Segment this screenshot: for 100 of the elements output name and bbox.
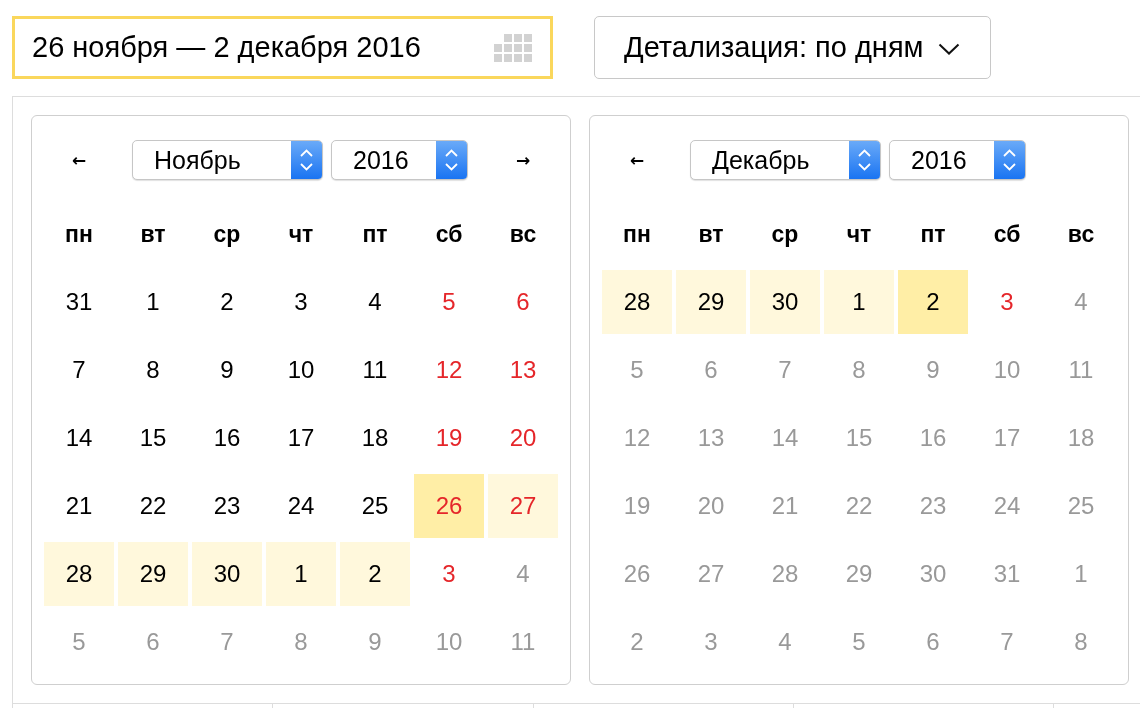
day-cell[interactable]: 27 — [488, 474, 558, 538]
day-cell[interactable]: 6 — [118, 610, 188, 674]
day-cell[interactable]: 22 — [118, 474, 188, 538]
day-cell[interactable]: 23 — [192, 474, 262, 538]
weekday-label: вт — [697, 219, 725, 249]
day-cell[interactable]: 4 — [1046, 270, 1116, 334]
day-cell[interactable]: 10 — [972, 338, 1042, 402]
day-cell[interactable]: 11 — [1046, 338, 1116, 402]
day-cell[interactable]: 7 — [192, 610, 262, 674]
day-cell[interactable]: 5 — [414, 270, 484, 334]
day-cell[interactable]: 11 — [488, 610, 558, 674]
day-cell[interactable]: 8 — [1046, 610, 1116, 674]
day-cell[interactable]: 4 — [750, 610, 820, 674]
day-cell[interactable]: 11 — [340, 338, 410, 402]
weekday-label: чт — [845, 219, 873, 249]
day-cell[interactable]: 28 — [750, 542, 820, 606]
day-cell[interactable]: 7 — [44, 338, 114, 402]
day-cell[interactable]: 26 — [414, 474, 484, 538]
day-cell[interactable]: 7 — [972, 610, 1042, 674]
day-cell[interactable]: 26 — [602, 542, 672, 606]
day-cell[interactable]: 2 — [898, 270, 968, 334]
day-cell[interactable]: 24 — [972, 474, 1042, 538]
day-cell[interactable]: 15 — [824, 406, 894, 470]
day-cell[interactable]: 15 — [118, 406, 188, 470]
day-cell[interactable]: 3 — [972, 270, 1042, 334]
day-cell[interactable]: 10 — [266, 338, 336, 402]
day-cell[interactable]: 6 — [898, 610, 968, 674]
weekday-label: пт — [919, 219, 947, 249]
day-cell[interactable]: 29 — [824, 542, 894, 606]
day-cell[interactable]: 17 — [266, 406, 336, 470]
day-cell[interactable]: 13 — [488, 338, 558, 402]
day-cell[interactable]: 10 — [414, 610, 484, 674]
day-cell[interactable]: 30 — [750, 270, 820, 334]
day-cell[interactable]: 12 — [602, 406, 672, 470]
day-cell[interactable]: 30 — [898, 542, 968, 606]
year-select[interactable]: 2016 — [889, 140, 1026, 180]
weekday-label: вт — [139, 219, 167, 249]
day-cell[interactable]: 31 — [972, 542, 1042, 606]
day-cell[interactable]: 5 — [44, 610, 114, 674]
day-cell[interactable]: 1 — [824, 270, 894, 334]
day-cell[interactable]: 3 — [414, 542, 484, 606]
day-cell[interactable]: 1 — [1046, 542, 1116, 606]
day-cell[interactable]: 18 — [1046, 406, 1116, 470]
day-cell[interactable]: 25 — [340, 474, 410, 538]
day-cell[interactable]: 18 — [340, 406, 410, 470]
day-cell[interactable]: 23 — [898, 474, 968, 538]
day-cell[interactable]: 17 — [972, 406, 1042, 470]
day-cell[interactable]: 19 — [414, 406, 484, 470]
detail-dropdown[interactable]: Детализация: по дням — [594, 16, 991, 79]
day-cell[interactable]: 2 — [192, 270, 262, 334]
weekday-label: сб — [992, 219, 1022, 249]
chevron-down-icon — [937, 42, 960, 55]
day-cell[interactable]: 1 — [118, 270, 188, 334]
day-cell[interactable]: 13 — [676, 406, 746, 470]
day-cell[interactable]: 25 — [1046, 474, 1116, 538]
day-cell[interactable]: 30 — [192, 542, 262, 606]
day-cell[interactable]: 1 — [266, 542, 336, 606]
day-cell[interactable]: 6 — [488, 270, 558, 334]
day-cell[interactable]: 3 — [676, 610, 746, 674]
day-cell[interactable]: 28 — [602, 270, 672, 334]
day-cell[interactable]: 5 — [824, 610, 894, 674]
day-cell[interactable]: 9 — [898, 338, 968, 402]
day-cell[interactable]: 8 — [824, 338, 894, 402]
weekday-label: чт — [287, 219, 315, 249]
day-cell[interactable]: 14 — [750, 406, 820, 470]
day-cell[interactable]: 4 — [340, 270, 410, 334]
day-cell[interactable]: 8 — [118, 338, 188, 402]
weekday-label: вс — [508, 219, 538, 249]
day-cell[interactable]: 20 — [676, 474, 746, 538]
day-cell[interactable]: 16 — [192, 406, 262, 470]
day-cell[interactable]: 9 — [192, 338, 262, 402]
day-cell[interactable]: 5 — [602, 338, 672, 402]
day-cell[interactable]: 3 — [266, 270, 336, 334]
day-cell[interactable]: 21 — [44, 474, 114, 538]
day-cell[interactable]: 14 — [44, 406, 114, 470]
day-cell[interactable]: 16 — [898, 406, 968, 470]
year-select[interactable]: 2016 — [331, 140, 468, 180]
day-cell[interactable]: 29 — [676, 270, 746, 334]
day-cell[interactable]: 2 — [340, 542, 410, 606]
day-cell[interactable]: 24 — [266, 474, 336, 538]
day-cell[interactable]: 21 — [750, 474, 820, 538]
month-select[interactable]: Декабрь — [690, 140, 881, 180]
day-cell[interactable]: 8 — [266, 610, 336, 674]
day-cell[interactable]: 28 — [44, 542, 114, 606]
month-select[interactable]: Ноябрь — [132, 140, 323, 180]
date-range-field[interactable]: 26 ноября — 2 декабря 2016 — [12, 16, 553, 79]
day-cell[interactable]: 4 — [488, 542, 558, 606]
day-cell[interactable]: 9 — [340, 610, 410, 674]
day-cell[interactable]: 6 — [676, 338, 746, 402]
day-cell[interactable]: 20 — [488, 406, 558, 470]
day-cell[interactable]: 7 — [750, 338, 820, 402]
day-cell[interactable]: 2 — [602, 610, 672, 674]
day-cell[interactable]: 27 — [676, 542, 746, 606]
day-cell[interactable]: 19 — [602, 474, 672, 538]
day-cell[interactable]: 29 — [118, 542, 188, 606]
weekday-label: пн — [622, 219, 652, 249]
day-cell[interactable]: 22 — [824, 474, 894, 538]
weekday-label: пн — [64, 219, 94, 249]
day-cell[interactable]: 31 — [44, 270, 114, 334]
day-cell[interactable]: 12 — [414, 338, 484, 402]
